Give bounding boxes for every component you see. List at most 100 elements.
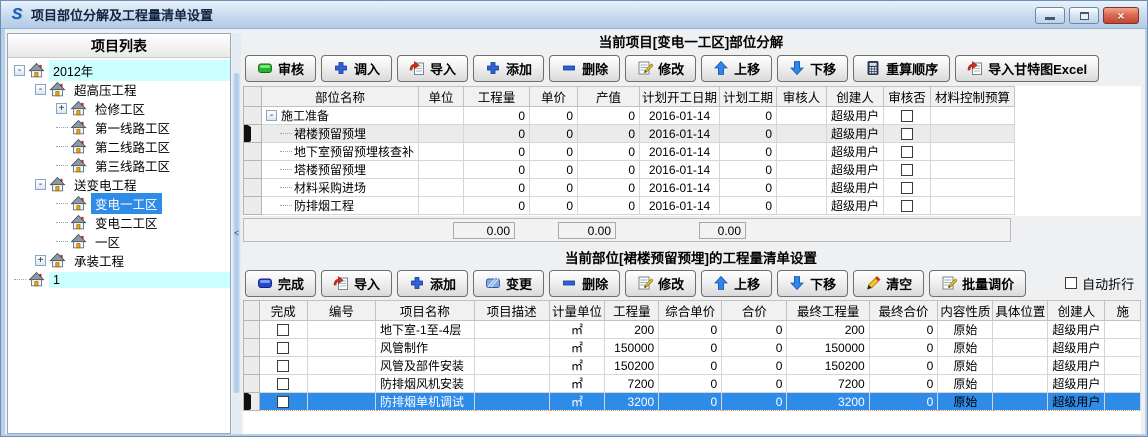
table-row[interactable]: 材料采购进场0002016-01-140超级用户 xyxy=(244,179,1015,197)
row-header-cell[interactable] xyxy=(244,125,262,143)
modify-button[interactable]: 修改 xyxy=(625,55,696,82)
row-header-cell[interactable] xyxy=(244,357,260,375)
column-header[interactable]: 部位名称 xyxy=(262,87,419,107)
splitter-collapse-handle[interactable]: < xyxy=(233,73,240,393)
column-header[interactable]: 项目名称 xyxy=(376,301,475,321)
recalc-order-button[interactable]: 重算顺序 xyxy=(853,55,950,82)
close-button[interactable]: × xyxy=(1103,7,1139,24)
column-header[interactable]: 综合单价 xyxy=(659,301,722,321)
row-header-cell[interactable] xyxy=(244,143,262,161)
tree-expander-icon[interactable]: - xyxy=(14,65,25,76)
modify-button-bottom[interactable]: 修改 xyxy=(625,270,696,297)
finish-button[interactable]: 完成 xyxy=(245,270,316,297)
table-row[interactable]: 裙楼预留预埋0002016-01-140超级用户 xyxy=(244,125,1015,143)
import-gantt-excel-button[interactable]: 导入甘特图Excel xyxy=(955,55,1099,82)
done-checkbox[interactable] xyxy=(277,342,289,354)
delete-button[interactable]: 删除 xyxy=(549,55,620,82)
tree-item[interactable]: +检修工区 xyxy=(8,99,230,118)
clear-button[interactable]: 清空 xyxy=(853,270,924,297)
column-header[interactable]: 单位 xyxy=(419,87,464,107)
row-header-cell[interactable] xyxy=(244,339,260,357)
change-button[interactable]: 变更 xyxy=(473,270,544,297)
column-header[interactable]: 创建人 xyxy=(827,87,884,107)
row-header-cell[interactable] xyxy=(244,107,262,125)
tree-item[interactable]: 第一线路工区 xyxy=(8,118,230,137)
tree-item[interactable]: +承装工程 xyxy=(8,251,230,270)
tree-item[interactable]: 第二线路工区 xyxy=(8,137,230,156)
row-header-cell[interactable] xyxy=(244,321,260,339)
move-down-button-bottom[interactable]: 下移 xyxy=(777,270,848,297)
tree-expander-icon[interactable]: - xyxy=(35,179,46,190)
row-header-cell[interactable] xyxy=(244,375,260,393)
audited-checkbox[interactable] xyxy=(901,128,913,140)
tree-item[interactable]: -超高压工程 xyxy=(8,80,230,99)
row-header-cell[interactable] xyxy=(244,179,262,197)
column-header[interactable]: 编号 xyxy=(307,301,375,321)
row-header-cell[interactable] xyxy=(244,161,262,179)
add-button[interactable]: 添加 xyxy=(473,55,544,82)
done-checkbox[interactable] xyxy=(277,396,289,408)
column-header[interactable]: 最终合价 xyxy=(869,301,938,321)
table-row[interactable]: 风管制作㎡150000001500000原始超级用户 xyxy=(244,339,1141,357)
column-header[interactable]: 项目描述 xyxy=(474,301,549,321)
audited-checkbox[interactable] xyxy=(901,200,913,212)
column-header[interactable]: 单价 xyxy=(530,87,578,107)
tree-item[interactable]: 一区 xyxy=(8,232,230,251)
column-header[interactable]: 计划工期 xyxy=(720,87,777,107)
column-header[interactable]: 工程量 xyxy=(605,301,659,321)
column-header[interactable]: 审核否 xyxy=(884,87,931,107)
column-header[interactable]: 创建人 xyxy=(1048,301,1105,321)
column-header[interactable]: 完成 xyxy=(260,301,308,321)
tree-item[interactable]: 1 xyxy=(8,270,230,289)
audited-checkbox[interactable] xyxy=(901,146,913,158)
column-header[interactable]: 产值 xyxy=(578,87,640,107)
tree-item[interactable]: 变电一工区 xyxy=(8,194,230,213)
row-header-cell[interactable] xyxy=(244,393,260,411)
column-header[interactable]: 审核人 xyxy=(777,87,827,107)
panel-splitter[interactable]: < xyxy=(232,33,241,434)
table-row[interactable]: -施工准备0002016-01-140超级用户 xyxy=(244,107,1015,125)
table-row[interactable]: 防排烟风机安装㎡72000072000原始超级用户 xyxy=(244,375,1141,393)
pull-in-button[interactable]: 调入 xyxy=(321,55,392,82)
tree-expander-icon[interactable]: - xyxy=(35,84,46,95)
move-up-button[interactable]: 上移 xyxy=(701,55,772,82)
tree-expander-icon[interactable]: + xyxy=(35,255,46,266)
auto-wrap-option[interactable]: 自动折行 xyxy=(1065,274,1134,293)
table-row[interactable]: 地下室预留预埋核查补0002016-01-140超级用户 xyxy=(244,143,1015,161)
tree-item[interactable]: -送变电工程 xyxy=(8,175,230,194)
audit-button[interactable]: 审核 xyxy=(245,55,316,82)
minimize-button[interactable] xyxy=(1035,7,1065,24)
column-header[interactable]: 合价 xyxy=(722,301,787,321)
column-header[interactable]: 内容性质 xyxy=(938,301,993,321)
move-down-button[interactable]: 下移 xyxy=(777,55,848,82)
done-checkbox[interactable] xyxy=(277,360,289,372)
done-checkbox[interactable] xyxy=(277,324,289,336)
import-button-bottom[interactable]: 导入 xyxy=(321,270,392,297)
column-header[interactable]: 具体位置 xyxy=(993,301,1048,321)
tree-item[interactable]: 第三线路工区 xyxy=(8,156,230,175)
import-button[interactable]: 导入 xyxy=(397,55,468,82)
maximize-button[interactable] xyxy=(1069,7,1099,24)
row-expander-icon[interactable]: - xyxy=(266,110,277,121)
audited-checkbox[interactable] xyxy=(901,164,913,176)
column-header[interactable]: 工程量 xyxy=(464,87,530,107)
table-row[interactable]: 防排烟单机调试㎡32000032000原始超级用户 xyxy=(244,393,1141,411)
done-checkbox[interactable] xyxy=(277,378,289,390)
row-header-cell[interactable] xyxy=(244,197,262,215)
table-row[interactable]: 地下室-1至-4层㎡200002000原始超级用户 xyxy=(244,321,1141,339)
audited-checkbox[interactable] xyxy=(901,110,913,122)
add-button-bottom[interactable]: 添加 xyxy=(397,270,468,297)
table-row[interactable]: 塔楼预留预埋0002016-01-140超级用户 xyxy=(244,161,1015,179)
batch-price-button[interactable]: 批量调价 xyxy=(929,270,1026,297)
column-header[interactable]: 计划开工日期 xyxy=(640,87,720,107)
tree-expander-icon[interactable]: + xyxy=(56,103,67,114)
table-row[interactable]: 防排烟工程0002016-01-140超级用户 xyxy=(244,197,1015,215)
audited-checkbox[interactable] xyxy=(901,182,913,194)
column-header[interactable]: 施 xyxy=(1105,301,1141,321)
column-header[interactable]: 最终工程量 xyxy=(787,301,869,321)
move-up-button-bottom[interactable]: 上移 xyxy=(701,270,772,297)
column-header[interactable]: 材料控制预算 xyxy=(931,87,1015,107)
table-row[interactable]: 风管及部件安装㎡150200001502000原始超级用户 xyxy=(244,357,1141,375)
tree-item[interactable]: -2012年 xyxy=(8,61,230,80)
delete-button-bottom[interactable]: 删除 xyxy=(549,270,620,297)
